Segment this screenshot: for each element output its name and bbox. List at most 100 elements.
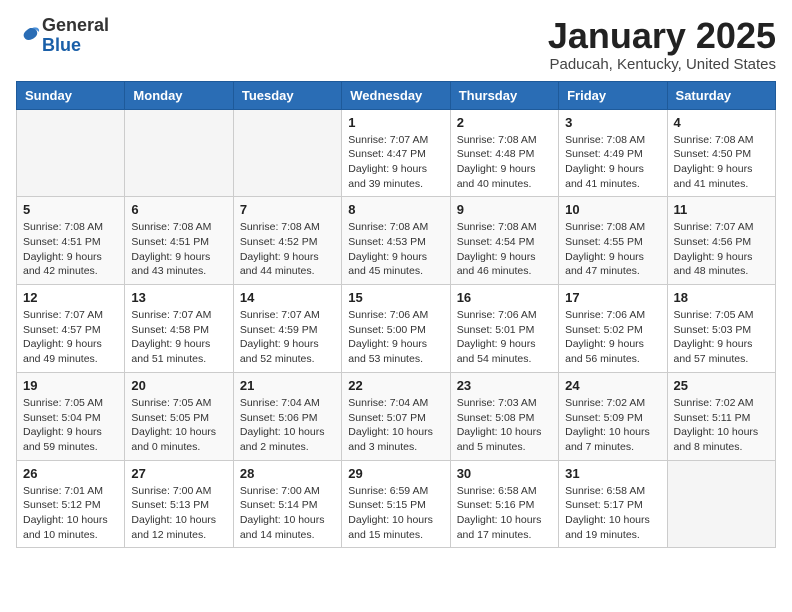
- table-row: [125, 109, 233, 197]
- table-row: 4Sunrise: 7:08 AM Sunset: 4:50 PM Daylig…: [667, 109, 775, 197]
- table-row: 1Sunrise: 7:07 AM Sunset: 4:47 PM Daylig…: [342, 109, 450, 197]
- day-info: Sunrise: 6:58 AM Sunset: 5:17 PM Dayligh…: [565, 484, 660, 543]
- day-number: 22: [348, 378, 443, 393]
- day-info: Sunrise: 7:07 AM Sunset: 4:57 PM Dayligh…: [23, 308, 118, 367]
- day-info: Sunrise: 7:07 AM Sunset: 4:58 PM Dayligh…: [131, 308, 226, 367]
- header-wednesday: Wednesday: [342, 81, 450, 109]
- day-number: 2: [457, 115, 552, 130]
- day-number: 18: [674, 290, 769, 305]
- day-info: Sunrise: 7:03 AM Sunset: 5:08 PM Dayligh…: [457, 396, 552, 455]
- logo-general-text: General: [42, 15, 109, 35]
- table-row: 28 Sunrise: 7:00 AM Sunset: 5:14 PM Dayli…: [233, 460, 341, 548]
- day-info: Sunrise: 7:08 AM Sunset: 4:51 PM Dayligh…: [131, 220, 226, 279]
- day-number: 31: [565, 466, 660, 481]
- day-info: Sunrise: 7:04 AM Sunset: 5:07 PM Dayligh…: [348, 396, 443, 455]
- table-row: 16 Sunrise: 7:06 AM Sunset: 5:01 PM Dayli…: [450, 285, 558, 373]
- day-number: 28: [240, 466, 335, 481]
- day-number: 26: [23, 466, 118, 481]
- title-block: January 2025 Paducah, Kentucky, United S…: [548, 16, 776, 73]
- day-number: 10: [565, 202, 660, 217]
- day-info: Sunrise: 7:06 AM Sunset: 5:01 PM Dayligh…: [457, 308, 552, 367]
- table-row: 24 Sunrise: 7:02 AM Sunset: 5:09 PM Dayli…: [559, 372, 667, 460]
- calendar-table: Sunday Monday Tuesday Wednesday Thursday…: [16, 81, 776, 549]
- logo-blue-text: Blue: [42, 35, 81, 55]
- day-info: Sunrise: 7:07 AM Sunset: 4:59 PM Dayligh…: [240, 308, 335, 367]
- day-number: 24: [565, 378, 660, 393]
- day-info: Sunrise: 7:00 AM Sunset: 5:13 PM Dayligh…: [131, 484, 226, 543]
- table-row: 7 Sunrise: 7:08 AM Sunset: 4:52 PM Daylig…: [233, 197, 341, 285]
- header-tuesday: Tuesday: [233, 81, 341, 109]
- calendar-week-row: 1Sunrise: 7:07 AM Sunset: 4:47 PM Daylig…: [17, 109, 776, 197]
- day-info: Sunrise: 7:08 AM Sunset: 4:50 PM Dayligh…: [674, 133, 769, 192]
- table-row: 2 Sunrise: 7:08 AM Sunset: 4:48 PM Daylig…: [450, 109, 558, 197]
- day-info: Sunrise: 7:08 AM Sunset: 4:48 PM Dayligh…: [457, 133, 552, 192]
- location-text: Paducah, Kentucky, United States: [548, 56, 776, 73]
- page-header: General Blue January 2025 Paducah, Kentu…: [16, 16, 776, 73]
- month-title: January 2025: [548, 16, 776, 56]
- day-info: Sunrise: 7:07 AM Sunset: 4:56 PM Dayligh…: [674, 220, 769, 279]
- day-number: 12: [23, 290, 118, 305]
- day-info: Sunrise: 7:08 AM Sunset: 4:55 PM Dayligh…: [565, 220, 660, 279]
- calendar-week-row: 19Sunrise: 7:05 AM Sunset: 5:04 PM Dayli…: [17, 372, 776, 460]
- table-row: 30 Sunrise: 6:58 AM Sunset: 5:16 PM Dayli…: [450, 460, 558, 548]
- table-row: 31 Sunrise: 6:58 AM Sunset: 5:17 PM Dayli…: [559, 460, 667, 548]
- day-number: 7: [240, 202, 335, 217]
- table-row: 14Sunrise: 7:07 AM Sunset: 4:59 PM Dayli…: [233, 285, 341, 373]
- day-number: 30: [457, 466, 552, 481]
- day-info: Sunrise: 7:06 AM Sunset: 5:00 PM Dayligh…: [348, 308, 443, 367]
- calendar-week-row: 5 Sunrise: 7:08 AM Sunset: 4:51 PM Daylig…: [17, 197, 776, 285]
- day-number: 16: [457, 290, 552, 305]
- day-number: 21: [240, 378, 335, 393]
- day-number: 27: [131, 466, 226, 481]
- table-row: 29Sunrise: 6:59 AM Sunset: 5:15 PM Dayli…: [342, 460, 450, 548]
- header-monday: Monday: [125, 81, 233, 109]
- table-row: [233, 109, 341, 197]
- day-info: Sunrise: 7:00 AM Sunset: 5:14 PM Dayligh…: [240, 484, 335, 543]
- day-info: Sunrise: 7:08 AM Sunset: 4:52 PM Dayligh…: [240, 220, 335, 279]
- day-info: Sunrise: 6:58 AM Sunset: 5:16 PM Dayligh…: [457, 484, 552, 543]
- day-info: Sunrise: 7:02 AM Sunset: 5:09 PM Dayligh…: [565, 396, 660, 455]
- table-row: 15 Sunrise: 7:06 AM Sunset: 5:00 PM Dayli…: [342, 285, 450, 373]
- calendar-week-row: 26 Sunrise: 7:01 AM Sunset: 5:12 PM Dayli…: [17, 460, 776, 548]
- day-info: Sunrise: 7:07 AM Sunset: 4:47 PM Dayligh…: [348, 133, 443, 192]
- table-row: 12 Sunrise: 7:07 AM Sunset: 4:57 PM Dayli…: [17, 285, 125, 373]
- day-info: Sunrise: 7:08 AM Sunset: 4:51 PM Dayligh…: [23, 220, 118, 279]
- day-info: Sunrise: 7:01 AM Sunset: 5:12 PM Dayligh…: [23, 484, 118, 543]
- header-friday: Friday: [559, 81, 667, 109]
- day-number: 13: [131, 290, 226, 305]
- table-row: 6 Sunrise: 7:08 AM Sunset: 4:51 PM Daylig…: [125, 197, 233, 285]
- day-info: Sunrise: 7:08 AM Sunset: 4:53 PM Dayligh…: [348, 220, 443, 279]
- header-thursday: Thursday: [450, 81, 558, 109]
- day-info: Sunrise: 7:04 AM Sunset: 5:06 PM Dayligh…: [240, 396, 335, 455]
- table-row: 22 Sunrise: 7:04 AM Sunset: 5:07 PM Dayli…: [342, 372, 450, 460]
- day-info: Sunrise: 7:02 AM Sunset: 5:11 PM Dayligh…: [674, 396, 769, 455]
- calendar-week-row: 12 Sunrise: 7:07 AM Sunset: 4:57 PM Dayli…: [17, 285, 776, 373]
- day-number: 6: [131, 202, 226, 217]
- day-number: 29: [348, 466, 443, 481]
- day-number: 3: [565, 115, 660, 130]
- logo-bird-icon: [18, 24, 42, 48]
- table-row: 20Sunrise: 7:05 AM Sunset: 5:05 PM Dayli…: [125, 372, 233, 460]
- table-row: 21 Sunrise: 7:04 AM Sunset: 5:06 PM Dayli…: [233, 372, 341, 460]
- table-row: 19Sunrise: 7:05 AM Sunset: 5:04 PM Dayli…: [17, 372, 125, 460]
- table-row: 23 Sunrise: 7:03 AM Sunset: 5:08 PM Dayli…: [450, 372, 558, 460]
- day-info: Sunrise: 7:08 AM Sunset: 4:54 PM Dayligh…: [457, 220, 552, 279]
- day-number: 9: [457, 202, 552, 217]
- table-row: 27 Sunrise: 7:00 AM Sunset: 5:13 PM Dayli…: [125, 460, 233, 548]
- table-row: 13 Sunrise: 7:07 AM Sunset: 4:58 PM Dayli…: [125, 285, 233, 373]
- day-info: Sunrise: 7:05 AM Sunset: 5:05 PM Dayligh…: [131, 396, 226, 455]
- table-row: 10 Sunrise: 7:08 AM Sunset: 4:55 PM Dayli…: [559, 197, 667, 285]
- day-info: Sunrise: 7:06 AM Sunset: 5:02 PM Dayligh…: [565, 308, 660, 367]
- table-row: 26 Sunrise: 7:01 AM Sunset: 5:12 PM Dayli…: [17, 460, 125, 548]
- day-number: 15: [348, 290, 443, 305]
- day-number: 17: [565, 290, 660, 305]
- weekday-header-row: Sunday Monday Tuesday Wednesday Thursday…: [17, 81, 776, 109]
- day-number: 5: [23, 202, 118, 217]
- day-number: 11: [674, 202, 769, 217]
- day-number: 23: [457, 378, 552, 393]
- table-row: [17, 109, 125, 197]
- table-row: 8Sunrise: 7:08 AM Sunset: 4:53 PM Daylig…: [342, 197, 450, 285]
- table-row: 5 Sunrise: 7:08 AM Sunset: 4:51 PM Daylig…: [17, 197, 125, 285]
- day-number: 25: [674, 378, 769, 393]
- table-row: 9 Sunrise: 7:08 AM Sunset: 4:54 PM Daylig…: [450, 197, 558, 285]
